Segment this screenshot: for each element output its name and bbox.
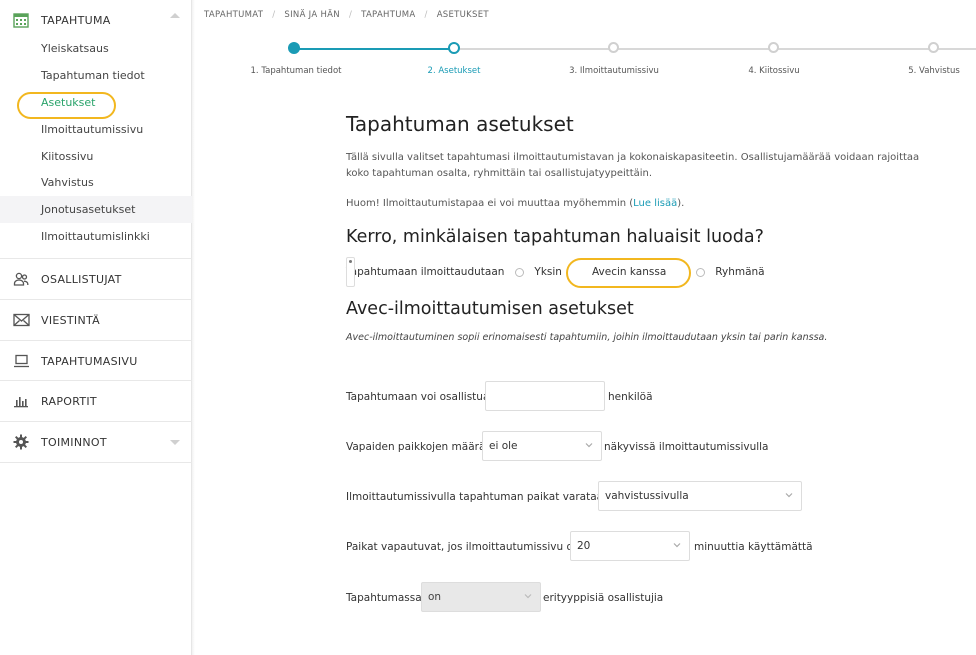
sidebar-section-tapahtuma[interactable]: TAPAHTUMA <box>0 0 192 40</box>
avec-heading: Avec-ilmoittautumisen asetukset <box>346 299 634 319</box>
sidebar-item-label: Kiitossivu <box>41 150 94 163</box>
types-select[interactable]: on <box>421 582 541 612</box>
avec-description: Avec-ilmoittautuminen sopii erinomaisest… <box>346 332 828 343</box>
reserve-value: vahvistussivulla <box>605 490 689 502</box>
breadcrumb: TAPAHTUMAT / SINÄ JA HÄN / TAPAHTUMA / ASET… <box>204 10 489 20</box>
step-label[interactable]: 5. Vahvistus <box>908 66 960 76</box>
progress-stepper: 1. Tapahtuman tiedot 2. Asetukset 3. Ilm… <box>193 38 976 78</box>
chevron-up-icon <box>170 13 180 18</box>
step-label[interactable]: 1. Tapahtuman tiedot <box>251 66 342 76</box>
sidebar-section-viestinta[interactable]: VIESTINTÄ <box>0 300 192 340</box>
breadcrumb-item[interactable]: SINÄ JA HÄN <box>284 10 340 20</box>
chevron-down-icon <box>673 543 681 548</box>
sidebar-item-ilmoittautumissivu[interactable]: Ilmoittautumissivu <box>0 116 192 143</box>
sidebar-section-label: TOIMINNOT <box>41 435 107 449</box>
sidebar-section-raportit[interactable]: RAPORTIT <box>0 381 192 421</box>
release-select[interactable]: 20 <box>570 531 690 561</box>
free-spots-value: ei ole <box>489 440 518 452</box>
note-text: Huom! Ilmoittautumistapaa ei voi muuttaa… <box>346 198 685 209</box>
capacity-suffix: henkilöä <box>608 391 653 403</box>
chevron-down-icon <box>785 493 793 498</box>
sidebar-section-toiminnot[interactable]: TOIMINNOT <box>0 422 192 462</box>
intro-text: Tällä sivulla valitset tapahtumasi ilmoi… <box>346 152 920 179</box>
bar-chart-icon <box>12 392 30 410</box>
free-spots-label: Vapaiden paikkojen määrä <box>346 441 486 453</box>
radio-yksin[interactable] <box>515 267 525 277</box>
sidebar-divider <box>0 462 192 463</box>
sidebar-item-label: Tapahtuman tiedot <box>41 69 145 82</box>
chevron-down-icon <box>524 594 532 599</box>
free-spots-select[interactable]: ei ole <box>482 431 602 461</box>
laptop-icon <box>12 352 30 370</box>
step-dot[interactable] <box>928 42 939 53</box>
sidebar-item-label: Ilmoittautumissivu <box>41 123 144 136</box>
release-label: Paikat vapautuvat, jos ilmoittautumissiv… <box>346 541 580 553</box>
sidebar-item-jonotusasetukset[interactable]: Jonotusasetukset <box>0 196 192 223</box>
types-label: Tapahtumassa <box>346 592 422 604</box>
radio-label-ryhmana[interactable]: Ryhmänä <box>715 266 764 278</box>
sidebar-item-vahvistus[interactable]: Vahvistus <box>0 169 192 196</box>
read-more-link[interactable]: Lue lisää <box>633 198 677 209</box>
sidebar-item-label: Yleiskatsaus <box>41 42 109 55</box>
sidebar-item-tapahtuman-tiedot[interactable]: Tapahtuman tiedot <box>0 62 192 89</box>
reserve-label: Ilmoittautumissivulla tapahtuman paikat … <box>346 491 610 503</box>
calendar-icon <box>12 11 30 29</box>
gear-icon <box>12 433 30 451</box>
sidebar-section-label: VIESTINTÄ <box>41 313 100 327</box>
radio-ryhmana[interactable] <box>696 267 706 277</box>
radio-label-yksin[interactable]: Yksin <box>534 266 562 278</box>
sidebar-section-label: TAPAHTUMASIVU <box>41 354 138 368</box>
chevron-down-icon <box>170 440 180 445</box>
stepper-line-pending <box>454 48 976 50</box>
registration-type-row: Tapahtumaan ilmoittaudutaan Yksin Avecin… <box>346 257 765 287</box>
sidebar-section-tapahtumasivu[interactable]: TAPAHTUMASIVU <box>0 341 192 381</box>
highlight-circle <box>17 92 116 119</box>
participants-icon <box>12 270 30 288</box>
types-value: on <box>428 591 442 603</box>
sidebar: TAPAHTUMA Yleiskatsaus Tapahtuman tiedot… <box>0 0 195 655</box>
page-title: Tapahtuman asetukset <box>346 112 574 136</box>
main-content: TAPAHTUMAT / SINÄ JA HÄN / TAPAHTUMA / ASET… <box>193 0 976 655</box>
step-label[interactable]: 4. Kiitossivu <box>748 66 799 76</box>
capacity-input[interactable] <box>485 381 605 411</box>
stepper-line-done <box>294 48 454 50</box>
sidebar-item-label: Ilmoittautumislinkki <box>41 230 150 243</box>
radio-avecin-kanssa[interactable] <box>346 257 355 287</box>
sidebar-item-yleiskatsaus[interactable]: Yleiskatsaus <box>0 35 192 62</box>
release-value: 20 <box>577 540 591 552</box>
free-spots-suffix: näkyvissä ilmoittautumissivulla <box>604 441 769 453</box>
sidebar-item-label: Jonotusasetukset <box>41 203 136 216</box>
sidebar-section-osallistujat[interactable]: OSALLISTUJAT <box>0 259 192 299</box>
sidebar-section-label: TAPAHTUMA <box>41 13 111 27</box>
highlight-circle <box>566 258 691 288</box>
reserve-select[interactable]: vahvistussivulla <box>598 481 802 511</box>
chevron-down-icon <box>585 443 593 448</box>
sidebar-section-label: OSALLISTUJAT <box>41 272 122 286</box>
step-dot-done[interactable] <box>288 42 300 54</box>
sidebar-item-label: Vahvistus <box>41 176 94 189</box>
breadcrumb-item: ASETUKSET <box>436 10 489 20</box>
sidebar-item-ilmoittautumislinkki[interactable]: Ilmoittautumislinkki <box>0 223 192 250</box>
step-label[interactable]: 3. Ilmoittautumissivu <box>569 66 659 76</box>
envelope-icon <box>12 311 30 329</box>
question-heading: Kerro, minkälaisen tapahtuman haluaisit … <box>346 227 764 247</box>
app-root: TAPAHTUMA Yleiskatsaus Tapahtuman tiedot… <box>0 0 976 655</box>
capacity-label: Tapahtumaan voi osallistua <box>346 391 490 403</box>
types-suffix: erityyppisiä osallistujia <box>543 592 664 604</box>
sidebar-section-label: RAPORTIT <box>41 394 97 408</box>
breadcrumb-item[interactable]: TAPAHTUMA <box>361 10 415 20</box>
step-label-current[interactable]: 2. Asetukset <box>428 66 481 76</box>
release-suffix: minuuttia käyttämättä <box>694 541 813 553</box>
step-dot[interactable] <box>608 42 619 53</box>
step-dot[interactable] <box>768 42 779 53</box>
breadcrumb-item[interactable]: TAPAHTUMAT <box>204 10 263 20</box>
step-dot-current[interactable] <box>448 42 460 54</box>
sidebar-item-kiitossivu[interactable]: Kiitossivu <box>0 143 192 170</box>
registration-type-label: Tapahtumaan ilmoittaudutaan <box>346 266 505 278</box>
